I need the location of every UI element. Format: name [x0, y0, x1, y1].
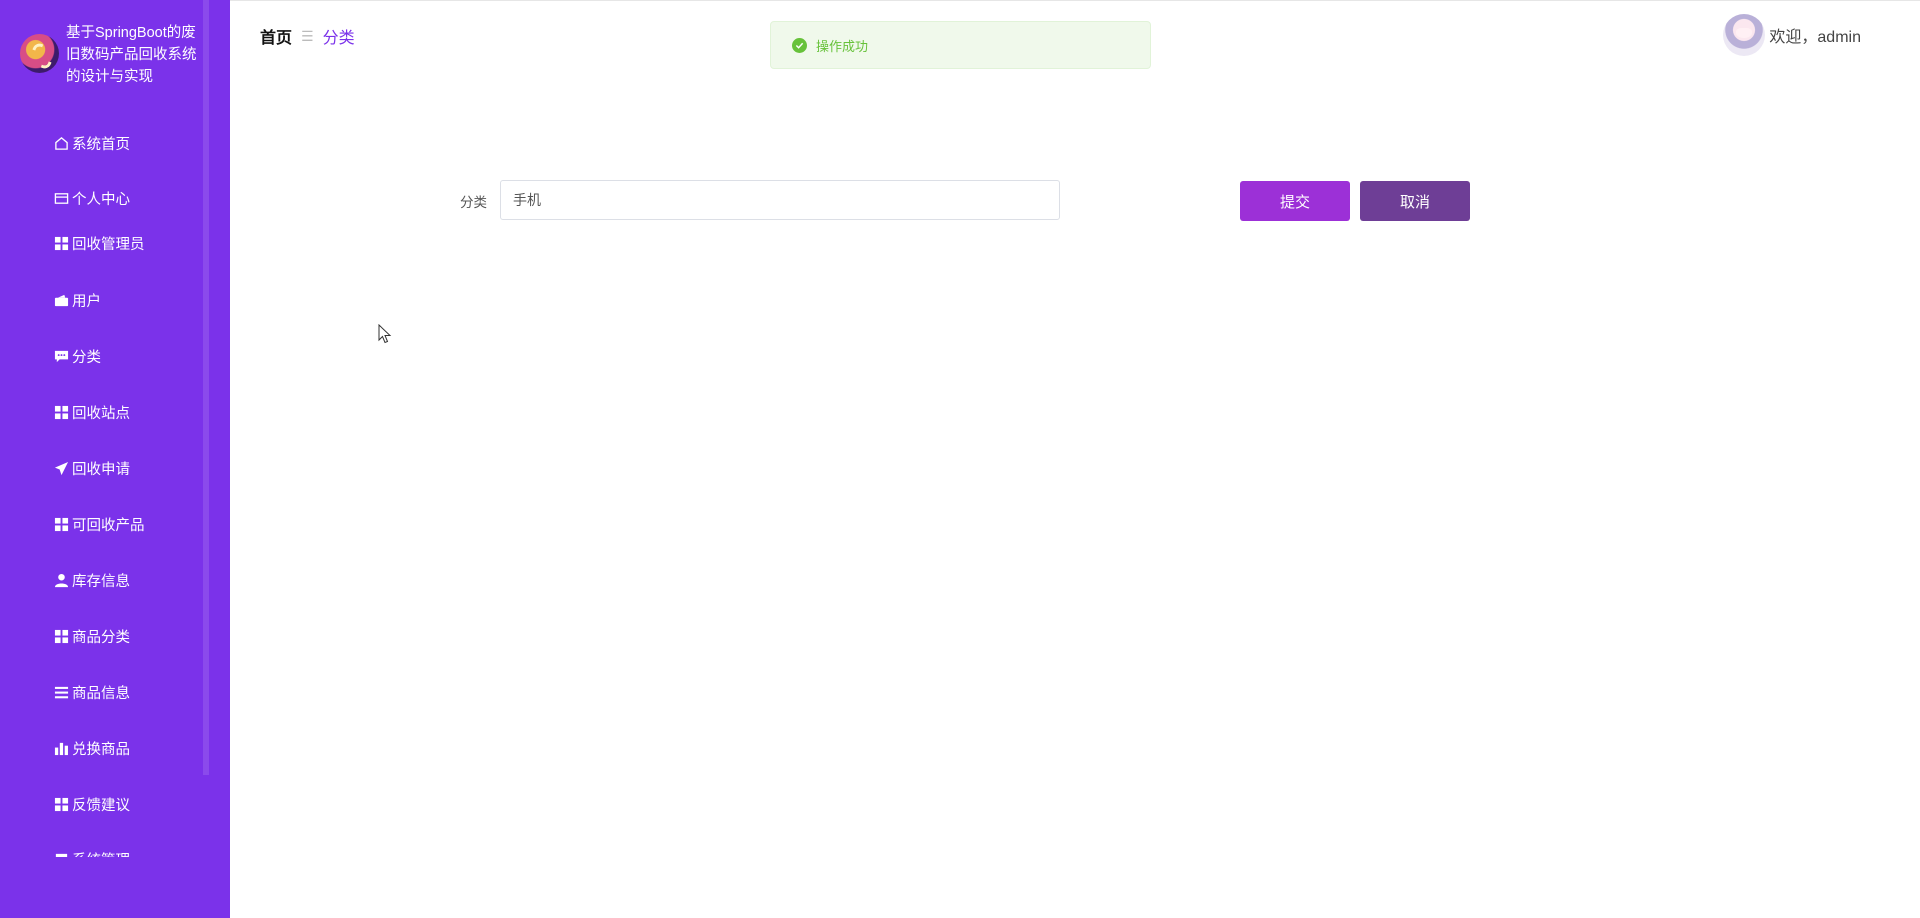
list-icon — [53, 684, 69, 700]
sidebar-item-exchange-goods[interactable]: 兑换商品 — [53, 736, 130, 760]
sidebar-item-goods-info[interactable]: 商品信息 — [53, 680, 130, 704]
app-title: 基于SpringBoot的废旧数码产品回收系统的设计与实现 — [66, 25, 197, 85]
sidebar-item-label: 分类 — [72, 349, 101, 366]
sidebar-item-recycle-request[interactable]: 回收申请 — [53, 456, 130, 480]
sidebar-item-recyclable-products[interactable]: 可回收产品 — [53, 512, 145, 536]
sidebar-item-inventory[interactable]: 库存信息 — [53, 568, 130, 592]
category-label: 分类 — [460, 195, 487, 210]
sidebar-item-home[interactable]: 系统首页 — [53, 131, 130, 155]
sidebar-item-label: 系统首页 — [72, 136, 130, 153]
user-menu[interactable]: 欢迎，admin — [1723, 14, 1861, 56]
sidebar-item-label: 可回收产品 — [72, 517, 145, 534]
category-input[interactable] — [500, 180, 1060, 220]
grid-icon — [53, 628, 69, 644]
breadcrumb: 首页 ☰ 分类 — [260, 24, 355, 48]
send-icon — [53, 460, 69, 476]
sidebar-item-label: 回收管理员 — [72, 236, 145, 253]
sidebar-item-label: 兑换商品 — [72, 741, 130, 758]
success-toast: 操作成功 — [770, 21, 1151, 69]
logo-icon — [20, 34, 59, 73]
toast-message: 操作成功 — [816, 38, 869, 54]
grid-icon — [53, 404, 69, 420]
sidebar: 基于SpringBoot的废旧数码产品回收系统的设计与实现 系统首页 个人中心 … — [0, 0, 230, 918]
sidebar-item-label: 用户 — [72, 293, 101, 310]
sidebar-item-users[interactable]: 用户 — [53, 288, 101, 312]
menu-toggle-icon[interactable]: ☰ — [301, 28, 314, 45]
sidebar-item-label: 回收申请 — [72, 461, 130, 478]
bar-chart-icon — [53, 740, 69, 756]
grid-icon — [53, 796, 69, 812]
mouse-cursor-icon — [378, 323, 392, 349]
home-icon — [53, 135, 69, 151]
sidebar-clip: 系统管理 — [0, 848, 203, 857]
wallet-solid-icon — [53, 292, 69, 308]
sidebar-item-recycle-admin[interactable]: 回收管理员 — [53, 231, 145, 255]
sidebar-item-goods-category[interactable]: 商品分类 — [53, 624, 130, 648]
wallet-icon — [53, 190, 69, 206]
submit-button[interactable]: 提交 — [1240, 181, 1350, 221]
breadcrumb-current: 分类 — [322, 30, 355, 47]
sidebar-item-label: 反馈建议 — [72, 797, 130, 814]
sidebar-item-label: 回收站点 — [72, 405, 130, 422]
sidebar-item-label: 库存信息 — [72, 573, 130, 590]
chat-icon — [53, 348, 69, 364]
brand: 基于SpringBoot的废旧数码产品回收系统的设计与实现 — [20, 22, 210, 88]
sidebar-item-label: 个人中心 — [72, 191, 130, 208]
welcome-text: 欢迎，admin — [1769, 29, 1861, 46]
cancel-button[interactable]: 取消 — [1360, 181, 1470, 221]
sidebar-item-profile[interactable]: 个人中心 — [53, 186, 130, 210]
grid-icon — [53, 235, 69, 251]
square-icon — [53, 851, 69, 857]
sidebar-item-label: 商品分类 — [72, 629, 130, 646]
avatar[interactable] — [1723, 14, 1766, 56]
sidebar-item-system[interactable]: 系统管理 — [53, 848, 130, 857]
sidebar-item-recycle-station[interactable]: 回收站点 — [53, 400, 130, 424]
check-circle-icon — [792, 37, 807, 53]
sidebar-item-label: 商品信息 — [72, 685, 130, 702]
sidebar-scrollbar[interactable] — [203, 0, 209, 775]
user-icon — [53, 572, 69, 588]
sidebar-item-feedback[interactable]: 反馈建议 — [53, 792, 130, 816]
header-border — [230, 0, 1920, 1]
grid-icon — [53, 516, 69, 532]
sidebar-item-category[interactable]: 分类 — [53, 344, 101, 368]
sidebar-item-label: 系统管理 — [72, 849, 130, 858]
breadcrumb-home[interactable]: 首页 — [260, 24, 292, 48]
